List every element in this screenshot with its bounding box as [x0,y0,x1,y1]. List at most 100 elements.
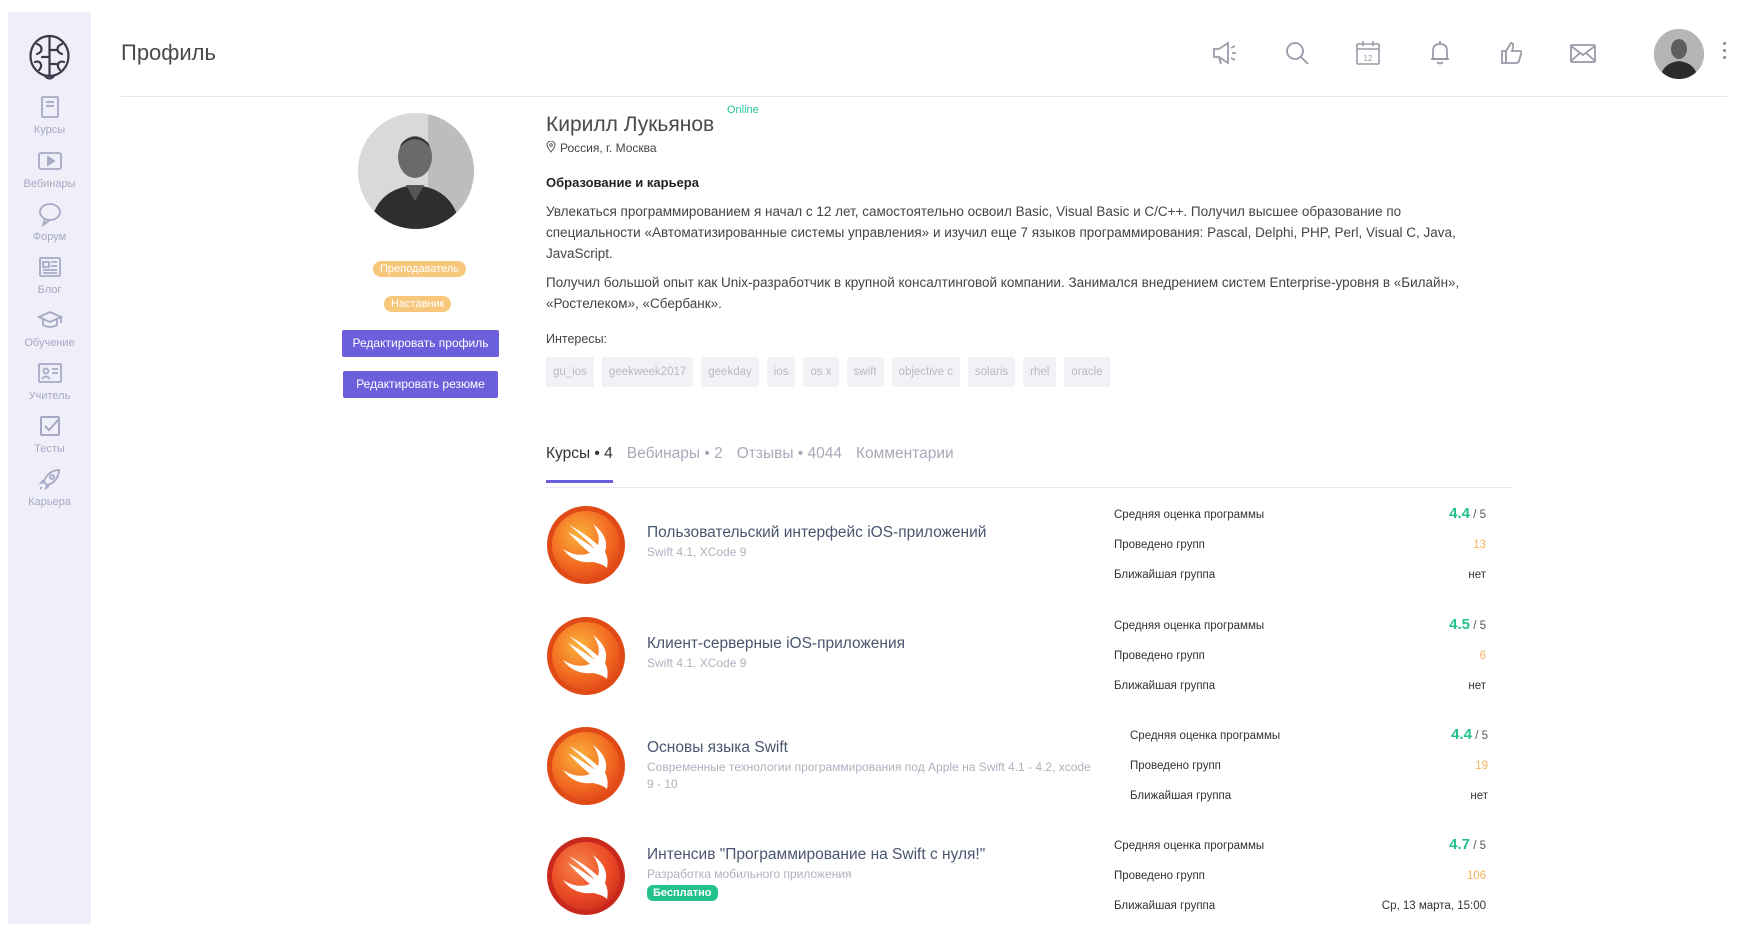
next-group-value: Ср, 13 марта, 15:00 [1381,900,1486,912]
sidebar-item-tests[interactable]: Тесты [8,413,91,469]
course-row: Пользовательский интерфейс iOS-приложени… [546,505,1506,595]
course-title[interactable]: Основы языка Swift [647,739,788,757]
bio-line: JavaScript. [546,246,613,261]
course-title[interactable]: Пользовательский интерфейс iOS-приложени… [647,524,986,542]
sidebar-item-courses[interactable]: Курсы [8,94,91,150]
bio-line: «Ростелеком», «Сбербанк». [546,296,722,311]
edit-profile-button[interactable]: Редактировать профиль [342,330,499,357]
bio-paragraph-2: Получил большой опыт как Unix-разработчи… [546,272,1459,314]
sidebar: Курсы Вебинары Форум Блог Обучение Учите… [8,12,91,924]
sidebar-item-label: Обучение [24,337,75,349]
avatar-image [1654,29,1704,79]
course-subtitle: Разработка мобильного приложения [647,867,852,881]
tab-reviews[interactable]: Отзывы • 4044 [737,445,842,483]
interest-tag[interactable]: oracle [1064,357,1110,387]
chat-icon [38,203,61,227]
next-group-value: нет [1470,790,1488,802]
profile-photo-image [358,113,474,229]
interests-label: Интересы: [546,332,608,346]
rating-number: 4.4 [1449,505,1470,522]
header-divider [121,96,1727,97]
rating-max: / 5 [1473,620,1486,632]
course-row: Основы языка Swift Современные технологи… [546,726,1506,816]
groups-value: 6 [1479,650,1486,662]
sidebar-item-forum[interactable]: Форум [8,201,91,257]
edit-resume-button[interactable]: Редактировать резюме [343,371,498,398]
calendar-icon[interactable]: 12 [1353,38,1383,68]
interest-tag[interactable]: rhel [1023,357,1057,387]
sidebar-item-learning[interactable]: Обучение [8,307,91,363]
mentor-badge: Наставник [384,296,452,312]
bell-icon[interactable] [1425,38,1455,68]
search-icon[interactable] [1282,38,1312,68]
calendar-day-text: 12 [1364,54,1373,63]
swift-icon[interactable] [546,505,626,585]
course-row: Клиент-серверные iOS-приложения Swift 4.… [546,616,1506,706]
teacher-badge: Преподаватель [373,261,466,277]
bio-line: специальности «Автоматизированные систем… [546,225,1456,240]
sidebar-item-label: Учитель [28,390,71,402]
interest-tag[interactable]: geekweek2017 [601,357,694,387]
sidebar-item-career[interactable]: Карьера [8,466,91,522]
swift-icon[interactable] [546,616,626,696]
sidebar-item-teacher[interactable]: Учитель [8,360,91,416]
interest-tag[interactable]: gu_ios [546,357,594,387]
interest-tag[interactable]: solaris [967,357,1016,387]
section-title: Образование и карьера [546,175,699,190]
sidebar-item-label: Тесты [34,443,65,455]
news-icon [38,257,61,277]
tab-webinars[interactable]: Вебинары • 2 [627,445,723,483]
stat-label: Проведено групп [1130,760,1221,772]
course-subtitle-line: 9 - 10 [647,777,678,791]
play-icon [37,152,62,170]
course-stats: Средняя оценка программы 4.7 / 5 Проведен… [1114,832,1486,922]
location-text: Россия, г. Москва [560,141,657,155]
sidebar-item-webinars[interactable]: Вебинары [8,148,91,204]
course-title[interactable]: Клиент-серверные iOS-приложения [647,635,905,653]
interest-tag[interactable]: swift [846,357,884,387]
next-group-value: нет [1468,680,1486,692]
profile-tabs: Курсы • 4 Вебинары • 2 Отзывы • 4044 Ком… [546,445,954,483]
stat-label: Средняя оценка программы [1114,840,1265,852]
swift-icon[interactable] [546,836,626,916]
tabs-divider [546,487,1512,488]
stat-label: Средняя оценка программы [1114,509,1265,521]
user-avatar[interactable] [1654,29,1704,79]
interest-tag[interactable]: os x [803,357,839,387]
course-title[interactable]: Интенсив "Программирование на Swift с ну… [647,846,985,864]
groups-value: 13 [1473,539,1486,551]
more-menu-icon[interactable] [1720,42,1728,66]
rating-value: 4.4 / 5 [1451,726,1488,743]
brain-logo-icon[interactable] [27,32,72,82]
free-badge: Бесплатно [647,885,718,901]
interest-tag[interactable]: geekday [701,357,759,387]
swift-icon[interactable] [546,726,626,806]
stat-label: Проведено групп [1114,539,1205,551]
stat-label: Ближайшая группа [1114,569,1216,581]
interest-tag[interactable]: objective c [891,357,960,387]
mail-icon[interactable] [1568,38,1598,68]
stat-next: Ближайшая группа Ср, 13 марта, 15:00 [1114,892,1486,922]
tab-courses[interactable]: Курсы • 4 [546,445,613,483]
sidebar-item-label: Форум [32,231,67,243]
rating-value: 4.4 / 5 [1449,505,1486,522]
tab-comments[interactable]: Комментарии [856,445,954,483]
rocket-icon [38,469,60,491]
interest-tag[interactable]: ios [766,357,796,387]
graduation-cap-icon [36,311,63,328]
location: Россия, г. Москва [546,141,657,155]
stat-groups: Проведено групп 6 [1114,642,1486,672]
course-row: Интенсив "Программирование на Swift с ну… [546,836,1506,926]
course-stats: Средняя оценка программы 4.4 / 5 Проведен… [1114,501,1486,591]
stat-label: Ближайшая группа [1114,680,1216,692]
like-icon[interactable] [1497,38,1527,68]
rating-value: 4.7 / 5 [1449,836,1486,853]
stat-rating: Средняя оценка программы 4.7 / 5 [1114,832,1486,862]
stat-rating: Средняя оценка программы 4.4 / 5 [1114,501,1486,531]
course-stats: Средняя оценка программы 4.5 / 5 Проведен… [1114,612,1486,702]
sidebar-item-blog[interactable]: Блог [8,254,91,310]
megaphone-icon[interactable] [1210,38,1240,68]
course-stats: Средняя оценка программы 4.4 / 5 Проведен… [1130,722,1488,812]
bio-line: Увлекаться программированием я начал с 1… [546,204,1402,219]
stat-label: Средняя оценка программы [1130,730,1281,742]
